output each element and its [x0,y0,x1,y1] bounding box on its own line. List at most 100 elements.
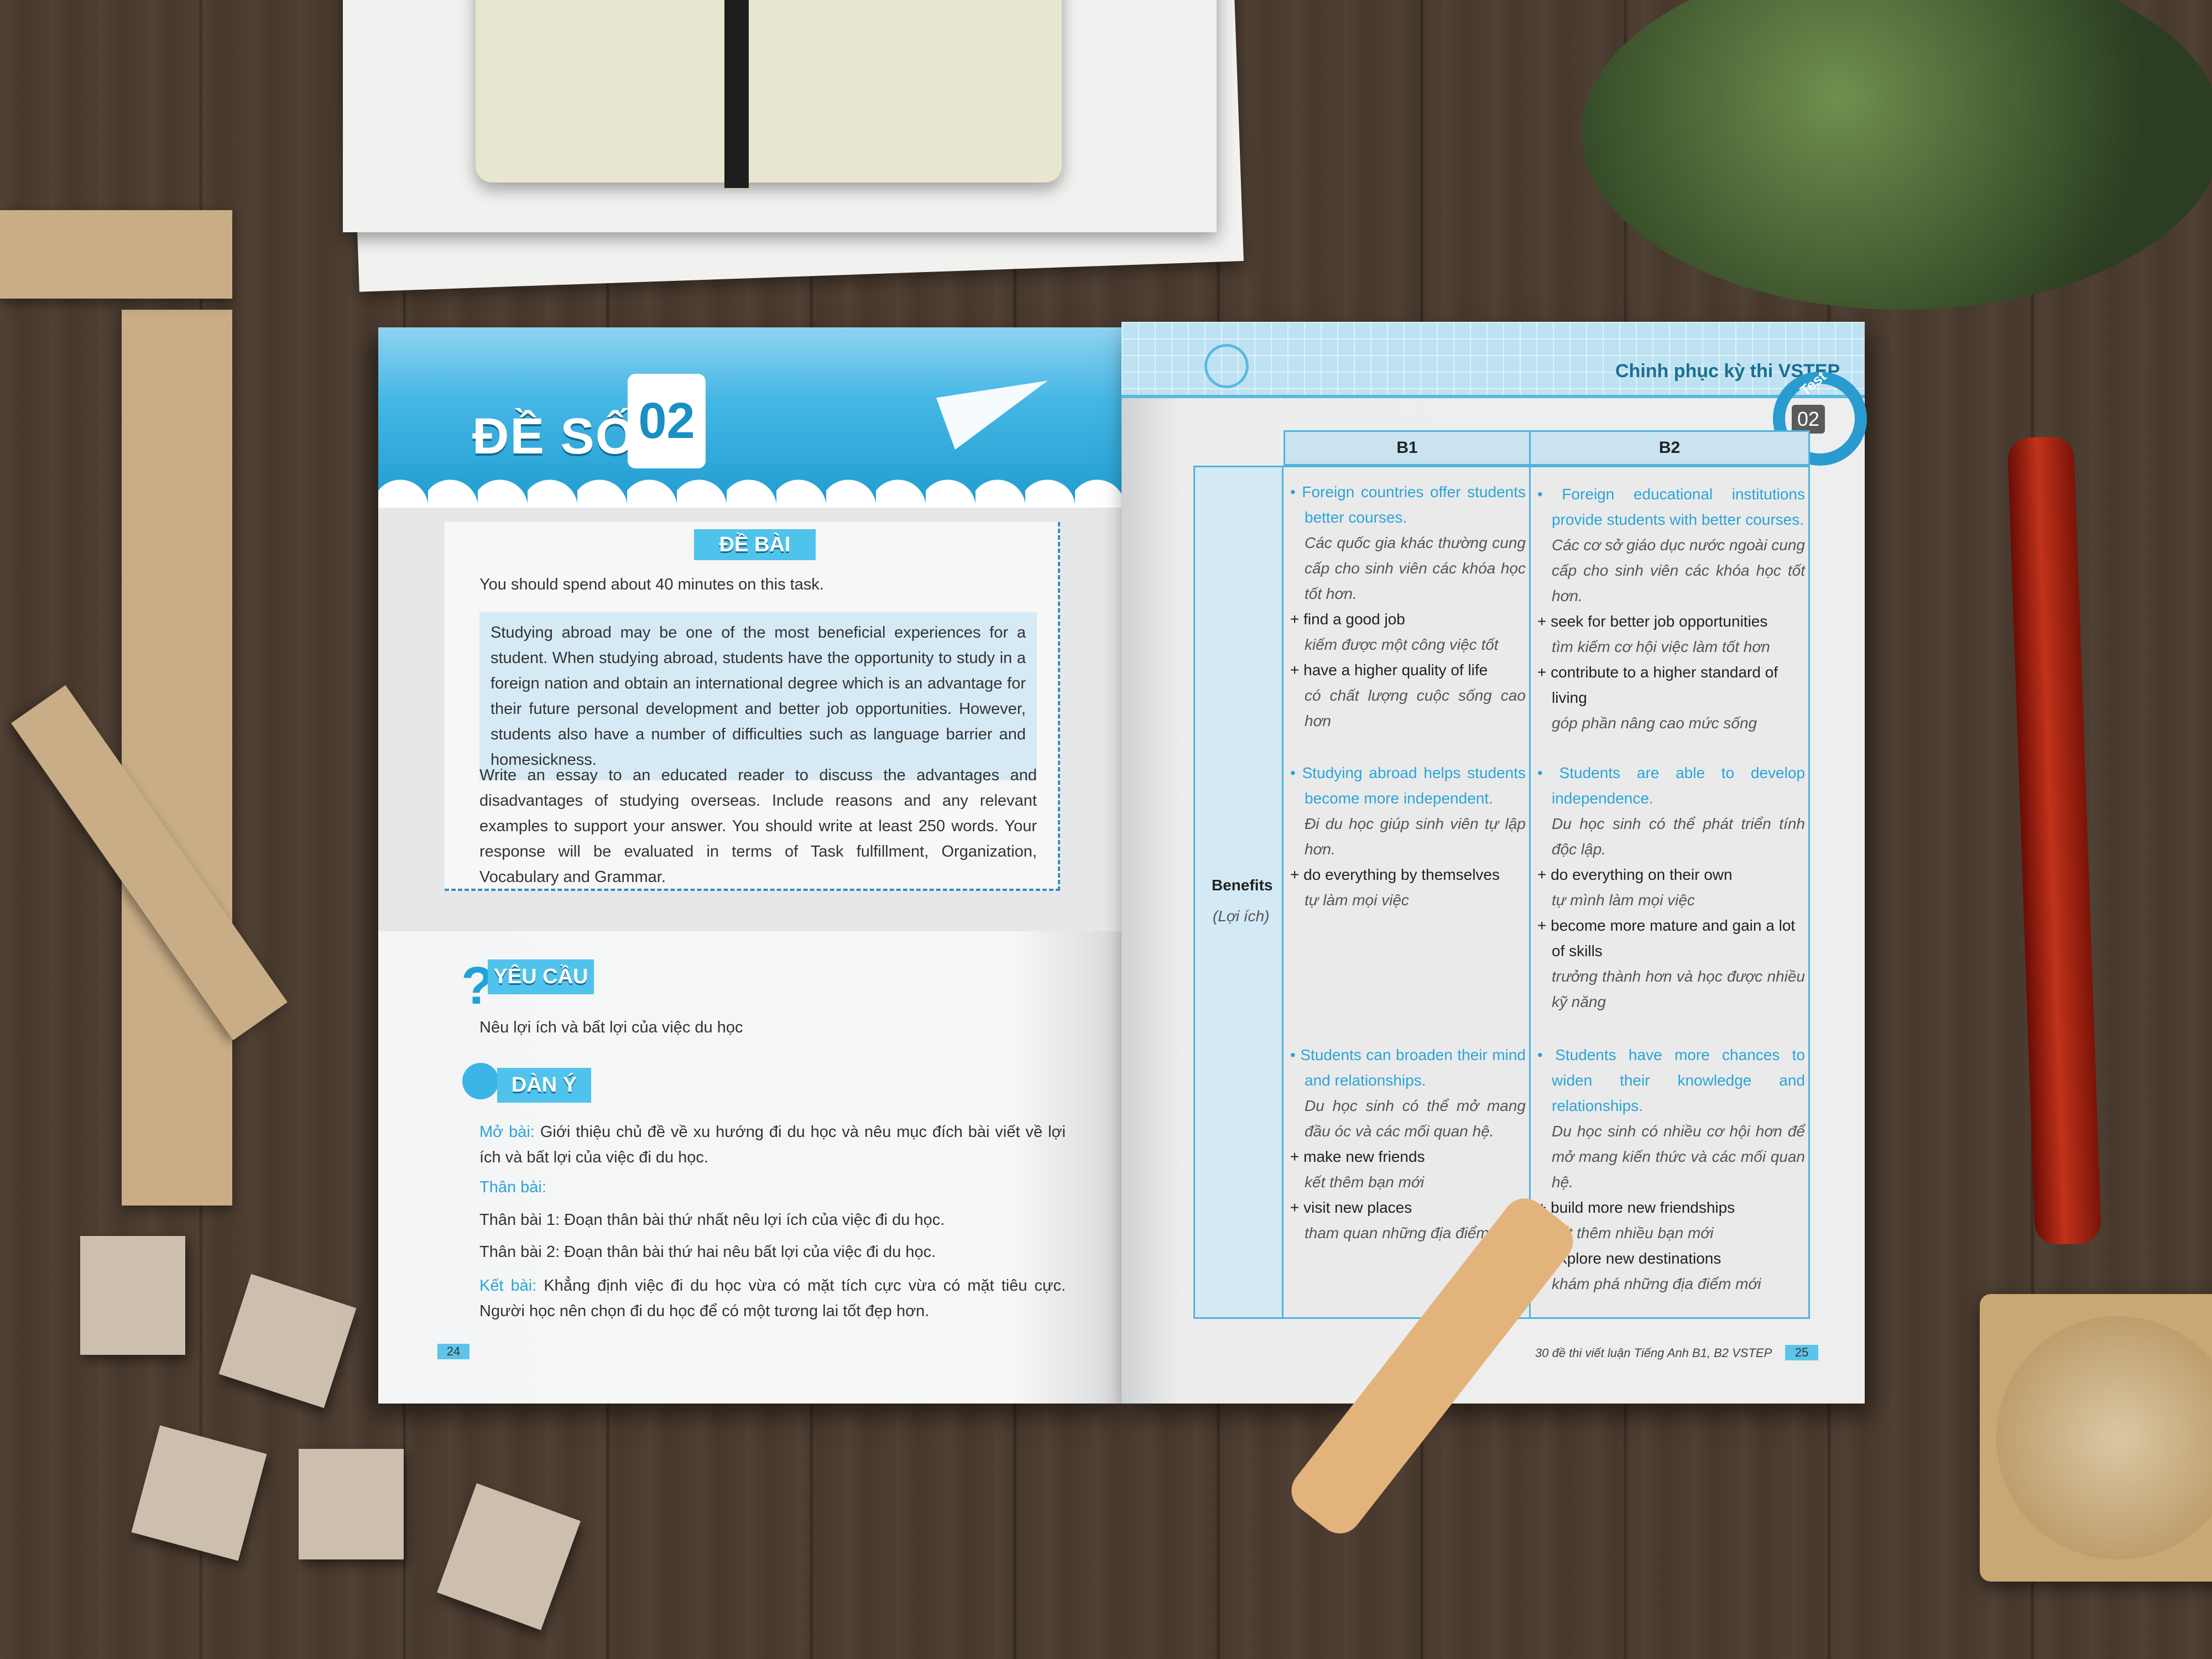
benefit-main: • Students can broaden their mind and re… [1290,1046,1526,1089]
benefit-point-translation: kiếm được một công việc tốt [1305,636,1499,653]
benefit-point-translation: tự làm mọi việc [1305,891,1409,909]
book-title-footer: 30 đề thi viết luận Tiếng Anh B1, B2 VST… [1535,1346,1772,1360]
benefit-point-text: explore new destinations [1551,1250,1721,1267]
benefit-point-translation: khám phá những địa điểm mới [1552,1275,1761,1292]
page-number-left: 24 [437,1344,469,1359]
benefit-point-translation: kết thêm bạn mới [1305,1173,1425,1191]
benefit-main-text: Students are able to develop independenc… [1552,764,1805,807]
benefit-main-text: Foreign countries offer students better … [1302,483,1526,526]
benefit-main-translation: Du học sinh có thể mở mang đầu óc và các… [1305,1097,1526,1140]
benefit-point: + build more new friendships [1537,1195,1805,1220]
benefit-group: • Students have more chances to widen th… [1537,1042,1805,1297]
benefit-point: + seek for better job opportunities [1537,613,1768,630]
column-header-b2: B2 [1529,430,1810,466]
pen [2007,436,2102,1245]
column-header-b1: B1 [1284,430,1531,466]
benefit-point-translation: trưởng thành hơn và học được nhiều kỹ nă… [1552,968,1805,1010]
requirement-label: YÊU CẦU [488,959,594,994]
outline-conclusion: Kết bài: Khẳng định việc đi du học vừa c… [479,1273,1066,1324]
page-number-right: 25 [1785,1345,1818,1360]
intro-label: Mở bài: [479,1123,535,1141]
b2-column: • Foreign educational institutions provi… [1529,466,1810,1319]
benefit-main-translation: Đi du học giúp sinh viên tự lập hơn. [1305,815,1526,858]
benefit-point-translation: kết thêm nhiều bạn mới [1552,1224,1714,1241]
benefit-point-text: become more mature and gain a lot of ski… [1551,917,1796,959]
benefit-main-translation: Du học sinh có nhiều cơ hội hơn để mở ma… [1552,1123,1805,1191]
benefit-main: • Foreign countries offer students bette… [1290,483,1526,526]
benefit-point-text: seek for better job opportunities [1551,613,1768,630]
wooden-ruler [122,310,232,1206]
outline-intro: Mở bài: Giới thiệu chủ đề về xu hướng đi… [479,1119,1066,1170]
benefit-point-text: find a good job [1303,611,1405,628]
benefit-main: • Studying abroad helps students become … [1290,764,1526,807]
intro-text: Giới thiệu chủ đề về xu hướng đi du học … [479,1123,1066,1166]
benefit-main: • Foreign educational institutions provi… [1537,486,1805,528]
benefit-group: • Foreign countries offer students bette… [1290,479,1526,734]
benefit-point: + visit new places [1290,1199,1412,1216]
benefit-main-text: Studying abroad helps students become mo… [1302,764,1526,807]
requirement-text: Nêu lợi ích và bất lợi của việc du học [479,1019,743,1036]
row-label: Benefits [1212,877,1273,894]
benefit-point: + do everything by themselves [1290,866,1500,883]
benefit-point-translation: có chất lượng cuộc sống cao hơn [1305,687,1526,729]
benefit-point: + explore new destinations [1537,1246,1805,1271]
task-card: ĐỀ BÀI You should spend about 40 minutes… [445,522,1060,891]
outline-label: DÀN Ý [497,1068,591,1103]
benefit-point: + find a good job [1290,611,1405,628]
notebook [476,0,1062,182]
benefit-point-text: build more new friendships [1551,1199,1735,1216]
row-sublabel: (Lợi ích) [1213,907,1270,925]
task-instructions: Write an essay to an educated reader to … [479,766,1037,886]
time-note: You should spend about 40 minutes on thi… [479,576,824,593]
benefit-point-translation: góp phần nâng cao mức sống [1552,714,1757,732]
notebook-strap [724,0,749,188]
benefit-main: • Students have more chances to widen th… [1537,1046,1805,1114]
benefit-point: + become more mature and gain a lot of s… [1537,917,1796,959]
benefit-point: + have a higher quality of life [1290,661,1488,679]
task-label: ĐỀ BÀI [694,529,816,560]
benefit-point: + do everything on their own [1537,866,1733,883]
wooden-block [299,1449,404,1559]
body-paragraph-2: Thân bài 2: Đoạn thân bài thứ hai nêu bấ… [479,1243,936,1261]
benefit-point-text: do everything by themselves [1303,866,1500,883]
lightbulb-icon [462,1063,499,1099]
body-paragraph-1: Thân bài 1: Đoạn thân bài thứ nhất nêu l… [479,1211,945,1229]
body-label: Thân bài: [479,1178,546,1196]
benefit-point-translation: tìm kiếm cơ hội việc làm tốt hơn [1552,638,1770,655]
benefits-table: Benefits (Lợi ích) B1 B2 • Foreign count… [1193,430,1810,1319]
benefit-point-text: do everything on their own [1551,866,1733,883]
benefit-group: • Foreign educational institutions provi… [1537,482,1805,736]
left-page: ĐỀ SỐ 02 ĐỀ BÀI You should spend about 4… [378,327,1121,1404]
wooden-square [0,210,232,299]
conclusion-label: Kết bài: [479,1277,537,1295]
benefit-main-text: Foreign educational institutions provide… [1552,486,1805,528]
benefit-point-text: contribute to a higher standard of livin… [1551,664,1778,706]
benefit-point-text: have a higher quality of life [1303,661,1488,679]
benefit-point: + contribute to a higher standard of liv… [1537,664,1778,706]
task-prompt: Studying abroad may be one of the most b… [479,612,1037,780]
benefit-main-translation: Các cơ sở giáo dục nước ngoài cung cấp c… [1552,536,1805,604]
benefit-point: + make new friends [1290,1148,1425,1165]
benefit-point-text: make new friends [1303,1148,1425,1165]
title-banner: ĐỀ SỐ 02 [378,327,1121,508]
wooden-block [218,1274,357,1408]
benefit-group: • Students can broaden their mind and re… [1290,1042,1526,1246]
test-number: 02 [628,374,706,468]
benefit-group: • Students are able to develop independe… [1537,760,1805,1015]
cloud-decoration [378,469,1121,508]
badge-number: 02 [1792,405,1825,434]
benefit-main-translation: Du học sinh có thể phát triển tính độc l… [1552,815,1805,858]
plant [1582,0,2212,310]
benefit-main-text: Students can broaden their mind and rela… [1300,1046,1526,1089]
paper-plane-icon [936,359,1060,450]
benefit-group: • Studying abroad helps students become … [1290,760,1526,913]
benefit-main: • Students are able to develop independe… [1537,764,1805,807]
conclusion-text: Khẳng định việc đi du học vừa có mặt tíc… [479,1277,1066,1320]
test-title: ĐỀ SỐ [472,408,637,465]
wooden-block [437,1483,581,1630]
wooden-block [131,1425,267,1561]
row-label-cell: Benefits (Lợi ích) [1193,466,1284,1319]
benefit-main-text: Students have more chances to widen thei… [1552,1046,1805,1114]
wooden-block [80,1236,185,1355]
benefit-point-text: visit new places [1303,1199,1412,1216]
